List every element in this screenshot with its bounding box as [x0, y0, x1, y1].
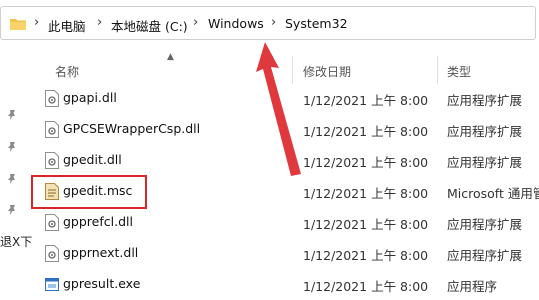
breadcrumb-windows[interactable]: Windows — [208, 16, 264, 31]
dll-file-icon — [45, 121, 59, 138]
file-name: gpapi.dll — [63, 90, 117, 105]
breadcrumb-separator: › — [34, 15, 40, 30]
dll-file-icon — [45, 90, 59, 107]
file-name: gpprnext.dll — [63, 245, 139, 260]
file-type: 应用程序扩展 — [447, 248, 523, 263]
breadcrumb-separator: › — [193, 15, 199, 30]
file-type: 应用程序 — [447, 279, 498, 294]
file-name: GPCSEWrapperCsp.dll — [63, 121, 201, 136]
file-name: gpresult.exe — [63, 276, 141, 291]
column-divider[interactable] — [437, 56, 438, 84]
highlight-box — [31, 175, 147, 209]
dll-file-icon — [45, 152, 59, 169]
breadcrumb-separator: › — [97, 15, 103, 30]
breadcrumb-separator: › — [271, 15, 277, 30]
file-type: 应用程序扩展 — [447, 93, 523, 108]
dll-file-icon — [45, 214, 59, 231]
file-type: 应用程序扩展 — [447, 124, 523, 139]
pointer-arrow-icon — [256, 42, 301, 176]
file-type: 应用程序扩展 — [447, 217, 523, 232]
file-name: gpedit.dll — [63, 152, 122, 167]
breadcrumb-local-disk[interactable]: 本地磁盘 (C:) — [111, 16, 188, 35]
column-header-name[interactable]: 名称 — [55, 63, 79, 80]
folder-icon — [10, 19, 26, 30]
file-date: 1/12/2021 上午 8:00 — [303, 248, 429, 263]
sort-ascending-icon: ▲ — [167, 52, 174, 62]
dll-file-icon — [45, 245, 59, 262]
file-type: Microsoft 通用管 — [447, 186, 539, 201]
address-bar[interactable]: › 此电脑 › 本地磁盘 (C:) › Windows › System32 — [0, 6, 536, 40]
breadcrumb-this-pc[interactable]: 此电脑 — [48, 16, 86, 35]
breadcrumb-system32[interactable]: System32 — [285, 16, 348, 31]
file-date: 1/12/2021 上午 8:00 — [303, 217, 429, 232]
file-date: 1/12/2021 上午 8:00 — [303, 279, 429, 294]
file-name: gpprefcl.dll — [63, 214, 133, 229]
file-date: 1/12/2021 上午 8:00 — [303, 186, 429, 201]
list-item[interactable]: gpresult.exe 1/12/2021 上午 8:00 应用程序 — [0, 269, 539, 300]
list-item[interactable]: gpprefcl.dll 1/12/2021 上午 8:00 应用程序扩展 — [0, 207, 539, 238]
file-type: 应用程序扩展 — [447, 155, 523, 170]
list-item[interactable]: gpprnext.dll 1/12/2021 上午 8:00 应用程序扩展 — [0, 238, 539, 269]
exe-file-icon — [45, 278, 59, 291]
column-header-type[interactable]: 类型 — [447, 63, 471, 80]
